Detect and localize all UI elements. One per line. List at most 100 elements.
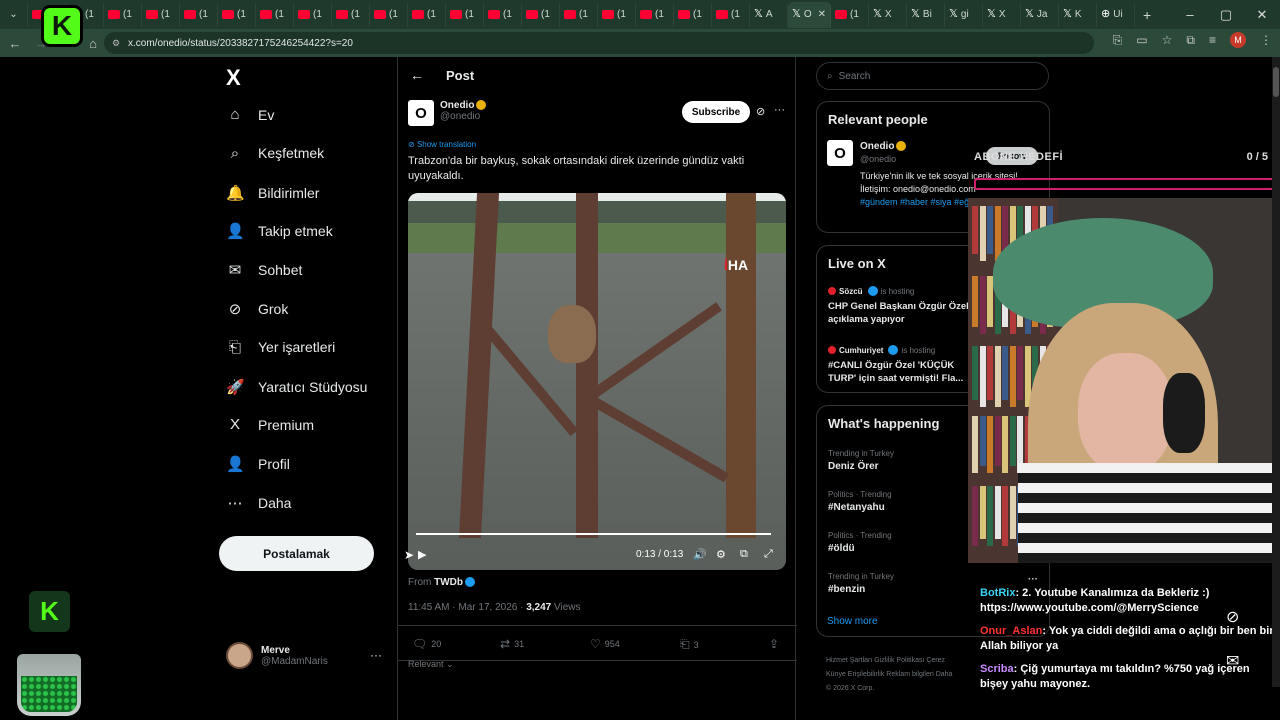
profile-avatar[interactable]: M [1230, 32, 1246, 48]
post-button[interactable]: Postalamak [219, 536, 374, 571]
browser-tab[interactable]: (1 [446, 2, 484, 27]
account-more-icon[interactable]: ··· [370, 648, 382, 662]
reading-list-icon[interactable]: ≡ [1209, 33, 1216, 47]
browser-tab[interactable]: (1 [712, 2, 750, 27]
browser-tab[interactable]: (1 [294, 2, 332, 27]
trend-item[interactable]: Politics · Trending #Netanyahu [828, 490, 892, 513]
browser-tab[interactable]: (1 [370, 2, 408, 27]
post-timestamp[interactable]: 11:45 AM · Mar 17, 2026 · [408, 602, 526, 613]
translate-icon[interactable]: ⎘ [1113, 33, 1123, 48]
browser-tab[interactable]: 𝕏X [869, 2, 908, 27]
browser-tab[interactable]: 𝕏K [1059, 2, 1098, 27]
browser-tab[interactable]: 𝕏 Bi [907, 2, 946, 27]
grok-overlay-icon[interactable]: ⊘ [1226, 607, 1239, 627]
browser-tab[interactable]: ⊕ Ui [1097, 2, 1136, 27]
play-icon[interactable]: ▶ [418, 548, 426, 561]
fullscreen-icon[interactable]: ⤢ [764, 548, 773, 561]
nav-item-grok[interactable]: ⊘ Grok [226, 300, 289, 318]
star-icon[interactable]: ☆ [1162, 33, 1173, 47]
minimize-icon[interactable]: – [1172, 7, 1208, 22]
browser-tab[interactable]: (1 [332, 2, 370, 27]
volume-icon[interactable]: 🔊 [693, 548, 707, 561]
home-browser-icon[interactable]: ⌂ [82, 36, 104, 51]
nav-item-x-premium[interactable]: X Premium [226, 416, 314, 433]
browser-tab[interactable]: 𝕏A [750, 2, 788, 27]
site-info-icon[interactable]: ⚙ [112, 38, 120, 49]
browser-tab[interactable]: (1 [636, 2, 674, 27]
maximize-icon[interactable]: ▢ [1208, 7, 1244, 23]
tab-search-menu[interactable]: ⌄ [0, 2, 28, 27]
browser-tab[interactable]: (1 [560, 2, 598, 27]
address-bar[interactable]: ⚙ x.com/onedio/status/203382717524625442… [104, 32, 1094, 54]
browser-tab[interactable]: (1 [218, 2, 256, 27]
browser-tab[interactable]: (1 [180, 2, 218, 27]
repost-button[interactable]: ⇄ 31 [500, 637, 524, 651]
extensions-icon[interactable]: ⧉ [1186, 33, 1195, 48]
nav-item-profile[interactable]: 👤 Profil [226, 455, 290, 473]
live-item-cumhuriyet[interactable]: Cumhuriyet is hosting #CANLI Özgür Özel '… [828, 345, 978, 385]
show-more-link[interactable]: Show more [827, 616, 878, 627]
live-item-sozcu[interactable]: Sözcü is hosting CHP Genel Başkanı Özgür … [828, 286, 978, 326]
nav-item-follow[interactable]: 👤 Takip etmek [226, 222, 333, 240]
menu-icon[interactable]: ⋮ [1260, 33, 1272, 47]
author-name[interactable]: Onedio [440, 100, 474, 111]
trend-item[interactable]: Politics · Trending #öldü [828, 531, 892, 554]
messages-icon[interactable]: ✉ [1226, 651, 1239, 671]
nav-item-rocket[interactable]: 🚀 Yaratıcı Stüdyosu [226, 378, 367, 396]
cast-icon[interactable]: ▭ [1136, 33, 1147, 47]
browser-tab[interactable]: 𝕏O ✕ [788, 1, 832, 28]
pip-icon[interactable]: ⧉ [740, 548, 748, 561]
relevant-person[interactable]: O Onedio @onedio Türkiye'nin ilk ve tek … [827, 140, 1018, 207]
relevant-person-name[interactable]: Onedio [860, 141, 894, 152]
trend-item[interactable]: Trending in Turkey Deniz Örer [828, 449, 894, 472]
reply-button[interactable]: 🗨 20 [412, 637, 441, 651]
browser-tab[interactable]: (1 [408, 2, 446, 27]
footer-line[interactable]: Künye Erişilebilirlik Reklam bilgileri D… [826, 668, 966, 682]
nav-item-search[interactable]: ⌕ Keşfetmek [226, 145, 324, 162]
nav-item-home[interactable]: ⌂ Ev [226, 106, 274, 123]
back-icon[interactable]: ← [4, 36, 26, 51]
nav-item-bell[interactable]: 🔔 Bildirimler [226, 184, 319, 202]
browser-tab[interactable]: (1 [598, 2, 636, 27]
onedio-avatar-small[interactable]: O [827, 140, 853, 166]
settings-icon[interactable]: ⚙ [716, 548, 726, 561]
browser-tab[interactable]: (1 [256, 2, 294, 27]
grok-icon[interactable]: ⊘ [756, 105, 765, 118]
browser-tab[interactable]: (1 [831, 2, 870, 27]
new-tab-button[interactable]: + [1135, 3, 1159, 27]
close-tab-icon[interactable]: ✕ [818, 9, 826, 20]
reply-sort-dropdown[interactable]: Relevant ⌄ [408, 659, 454, 670]
browser-tab[interactable]: (1 [484, 2, 522, 27]
nav-item-mail[interactable]: ✉ Sohbet [226, 261, 303, 279]
onedio-avatar[interactable]: O [408, 100, 434, 126]
like-button[interactable]: ♡ 954 [590, 637, 620, 651]
scrollbar-thumb[interactable] [1273, 67, 1279, 97]
browser-tab[interactable]: 𝕏X [983, 2, 1022, 27]
video-player[interactable]: İHA ▶ 0:13 / 0:13 🔊 ⚙ ⧉ ⤢ [408, 193, 786, 570]
browser-tab[interactable]: 𝕏gi [945, 2, 984, 27]
nav-item-bookmark[interactable]: ⎗ Yer işaretleri [226, 339, 335, 356]
share-button[interactable]: ⇪ [769, 637, 779, 651]
search-input[interactable]: ⌕ Search [816, 62, 1049, 90]
x-logo[interactable]: X [226, 65, 241, 91]
post-author[interactable]: O Onedio @onedio [408, 100, 487, 126]
nav-item-more[interactable]: ⋯ Daha [226, 494, 292, 512]
browser-tab[interactable]: (1 [522, 2, 560, 27]
browser-tab[interactable]: (1 [674, 2, 712, 27]
browser-tab[interactable]: (1 [104, 2, 142, 27]
browser-tab[interactable]: (1 [142, 2, 180, 27]
back-arrow-icon[interactable]: ← [410, 67, 424, 83]
show-translation-link[interactable]: ⊘ Show translation [408, 140, 476, 149]
browser-tab[interactable]: 𝕏 Ja [1021, 2, 1060, 27]
page-scrollbar[interactable] [1272, 57, 1280, 687]
account-switcher[interactable]: Merve @MadamNaris ··· [226, 642, 382, 669]
post-more-icon[interactable]: ··· [774, 104, 785, 116]
from-account[interactable]: TWDb [434, 577, 463, 588]
bookmark-button[interactable]: ⎗ 3 [680, 637, 699, 652]
subscribe-button[interactable]: Subscribe [682, 101, 750, 123]
close-window-icon[interactable]: ✕ [1244, 7, 1280, 23]
video-progress-bar[interactable] [416, 533, 771, 535]
author-handle[interactable]: @onedio [440, 111, 486, 122]
footer-line[interactable]: Hizmet Şartları Gizlilik Politikası Çere… [826, 654, 966, 668]
trend-item[interactable]: Trending in Turkey #benzin [828, 572, 894, 595]
